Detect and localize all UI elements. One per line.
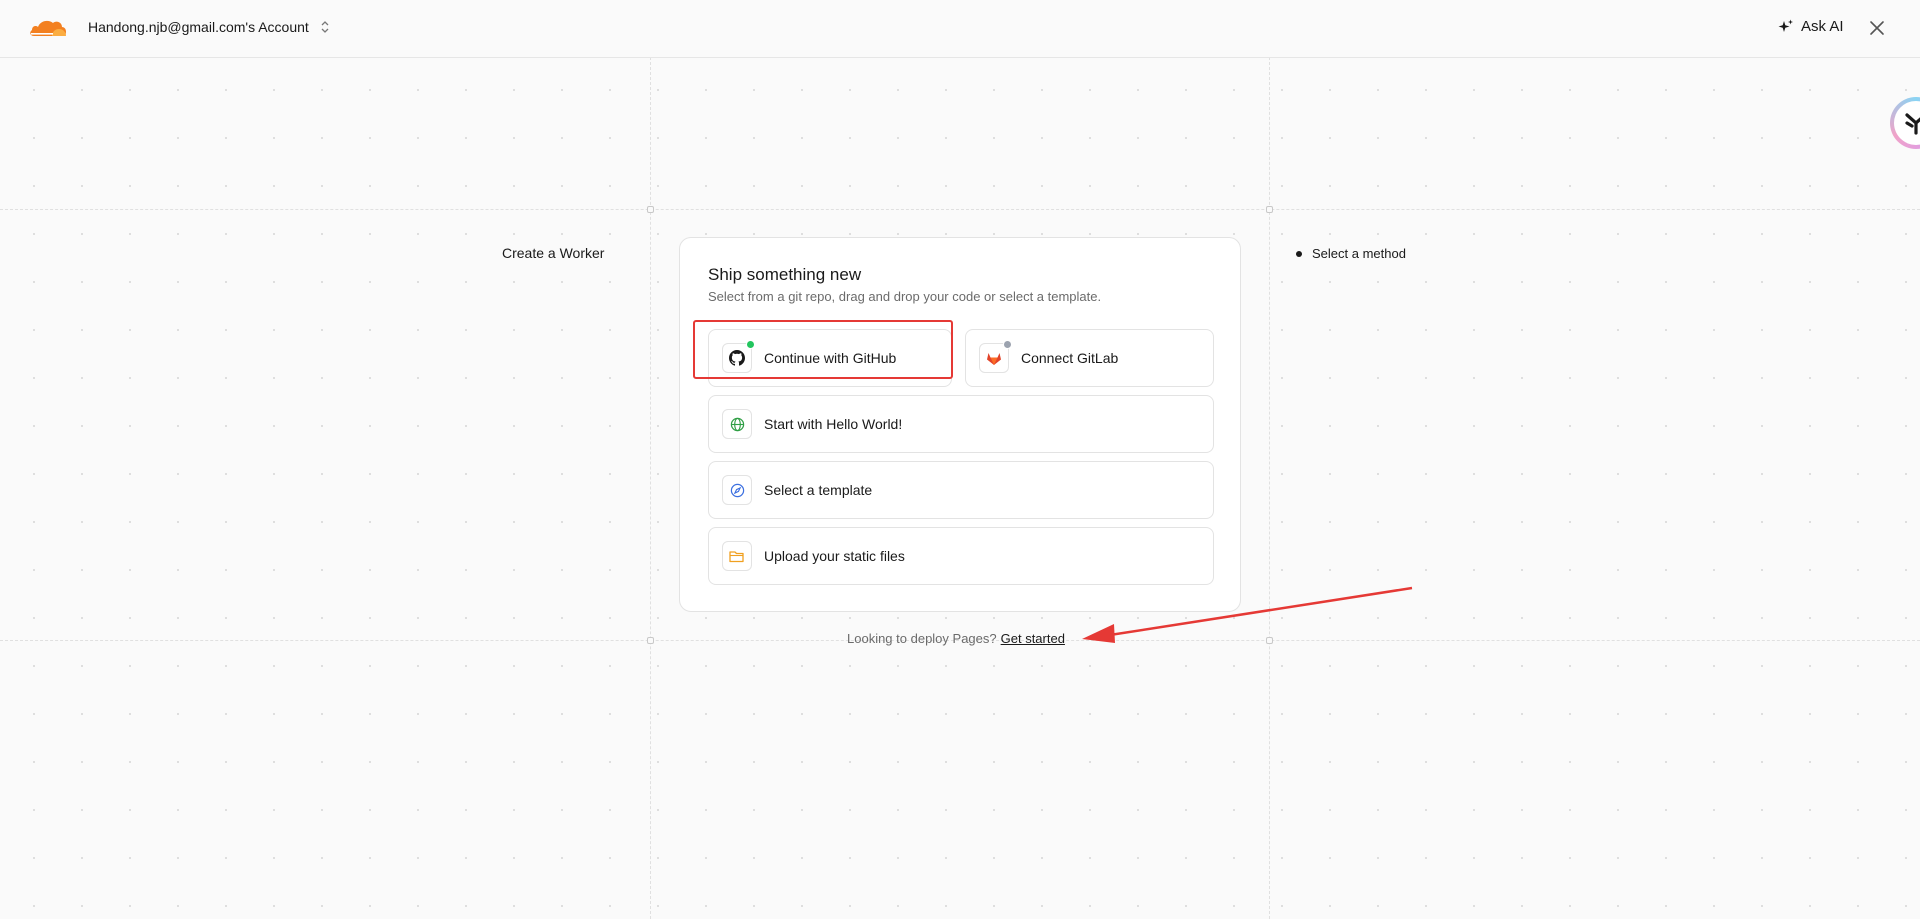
get-started-link[interactable]: Get started [1001, 631, 1065, 646]
step-active-dot [1296, 250, 1302, 257]
globe-icon [730, 417, 744, 431]
sparkle-icon [1778, 19, 1793, 32]
assistant-logo-icon [1905, 113, 1920, 135]
grid-node [1266, 206, 1273, 213]
pages-prompt-text: Looking to deploy Pages? [847, 631, 997, 646]
start-hello-world-button[interactable]: Start with Hello World! [708, 395, 1214, 453]
github-icon-box [722, 340, 755, 373]
card-subtitle: Select from a git repo, drag and drop yo… [708, 289, 1102, 304]
chevron-up-down-icon [321, 21, 329, 33]
ship-something-card: Ship something new Select from a git rep… [679, 237, 1241, 612]
option-label: Continue with GitHub [764, 350, 897, 366]
select-template-button[interactable]: Select a template [708, 461, 1214, 519]
option-label: Select a template [764, 482, 873, 498]
compass-icon [730, 483, 744, 497]
status-dot [1003, 340, 1012, 349]
assistant-icon-wrapper [1894, 101, 1920, 145]
folder-icon-box [722, 541, 752, 571]
step-item: Select a method [1296, 246, 1406, 261]
github-icon [729, 350, 745, 366]
gitlab-icon-box [979, 340, 1012, 373]
option-label: Upload your static files [764, 548, 905, 564]
step-label: Select a method [1312, 246, 1406, 261]
continue-with-github-button[interactable]: Continue with GitHub [708, 329, 952, 387]
globe-icon-box [722, 409, 752, 439]
close-icon[interactable] [1868, 19, 1886, 37]
grid-guide-line [0, 209, 1920, 210]
grid-node [647, 206, 654, 213]
card-title: Ship something new [708, 265, 862, 284]
option-label: Connect GitLab [1021, 350, 1119, 366]
ask-ai-button[interactable]: Ask AI [1778, 18, 1844, 35]
grid-guide-line [650, 57, 651, 919]
top-bar: Handong.njb@gmail.com's Account Ask AI [0, 0, 1920, 58]
upload-static-files-button[interactable]: Upload your static files [708, 527, 1214, 585]
section-title: Create a Worker [502, 245, 605, 261]
floating-assistant-button[interactable] [1890, 97, 1920, 149]
account-name: Handong.njb@gmail.com's Account [88, 19, 309, 35]
folder-icon [729, 550, 744, 562]
cloudflare-logo-icon[interactable] [28, 16, 68, 38]
ask-ai-label: Ask AI [1801, 18, 1844, 35]
account-switcher[interactable]: Handong.njb@gmail.com's Account [88, 19, 331, 35]
connect-gitlab-button[interactable]: Connect GitLab [965, 329, 1214, 387]
compass-icon-box [722, 475, 752, 505]
grid-node [1266, 637, 1273, 644]
grid-node [647, 637, 654, 644]
pages-prompt: Looking to deploy Pages? Get started [847, 631, 1065, 646]
gitlab-icon [987, 353, 1001, 365]
status-dot [746, 340, 755, 349]
option-label: Start with Hello World! [764, 416, 903, 432]
grid-guide-line [1269, 57, 1270, 919]
